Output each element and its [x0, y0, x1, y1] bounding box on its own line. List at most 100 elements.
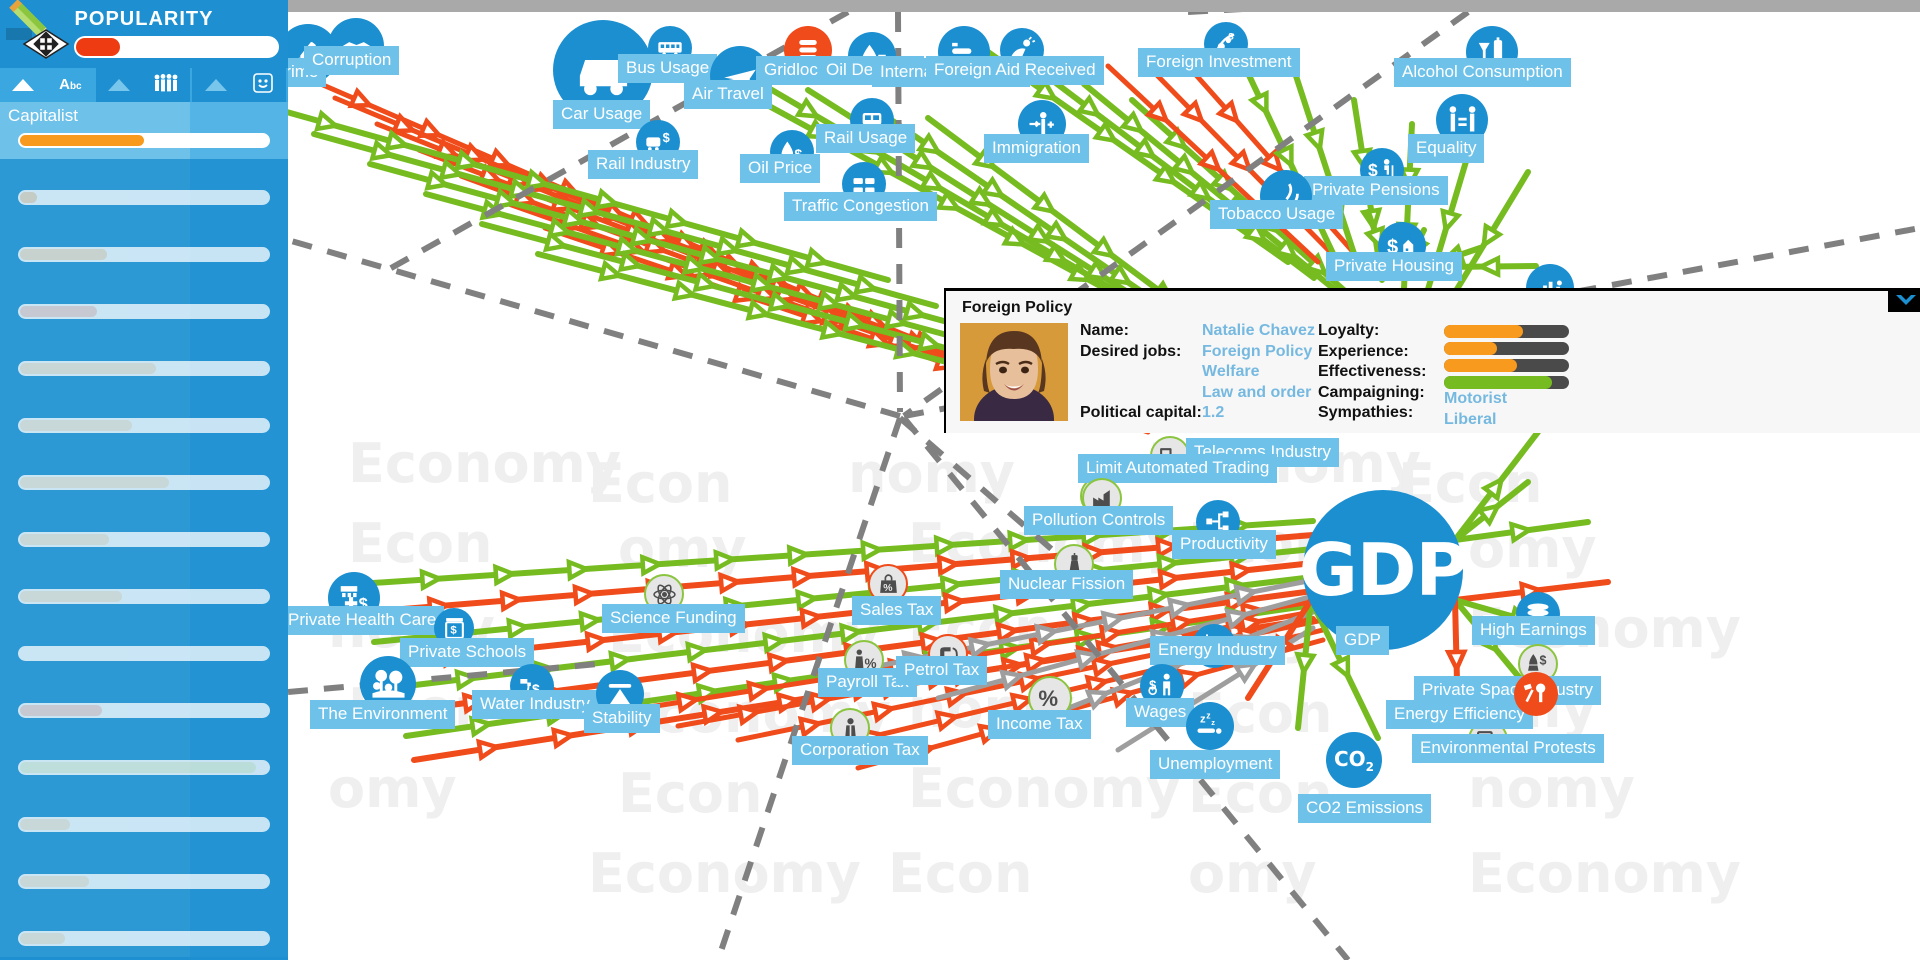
voter-group-bar-fill: [20, 135, 144, 146]
voter-group-row[interactable]: [0, 273, 288, 330]
map-node-label[interactable]: Petrol Tax: [896, 656, 988, 685]
map-node-label[interactable]: CO2 Emissions: [1298, 794, 1432, 823]
voter-group-row[interactable]: [0, 330, 288, 387]
map-node-label[interactable]: Traffic Congestion: [784, 192, 938, 221]
map-node-label[interactable]: Unemployment: [1150, 750, 1281, 779]
map-node-label[interactable]: Alcohol Consumption: [1394, 58, 1571, 87]
map-node-label[interactable]: Equality: [1408, 134, 1485, 163]
map-node-label[interactable]: Private Schools: [400, 638, 535, 667]
voter-group-row[interactable]: [0, 159, 288, 216]
simulation-map[interactable]: EconomyEconnomyEconomyEconEconomyEconomy…: [288, 12, 1920, 960]
game-screen: POPULARITY Abc Capitalist Economy Econ nom…: [0, 0, 1920, 960]
group-icon[interactable]: [153, 73, 179, 97]
svg-text:$: $: [1539, 653, 1546, 667]
map-node-label[interactable]: Corruption: [304, 46, 400, 75]
percent-icon: %: [1036, 684, 1064, 712]
sidebar-tab-sort-name[interactable]: Abc: [0, 68, 96, 102]
protest-icon: [1522, 680, 1550, 708]
alphabet-icon[interactable]: Abc: [59, 76, 82, 94]
map-node-label[interactable]: Energy Industry: [1150, 636, 1286, 665]
map-node-label[interactable]: Wages: [1126, 698, 1195, 727]
map-node-label[interactable]: Rail Usage: [816, 124, 916, 153]
map-node-label[interactable]: Bus Usage: [618, 54, 718, 83]
map-node-label[interactable]: Productivity: [1172, 530, 1276, 559]
map-node-label[interactable]: Nuclear Fission: [1000, 570, 1134, 599]
row-highlight: [0, 900, 190, 957]
map-node-label[interactable]: High Earnings: [1472, 616, 1595, 645]
caret-up-icon[interactable]: [12, 79, 35, 91]
map-node-label[interactable]: Corporation Tax: [792, 736, 928, 765]
voter-group-row[interactable]: [0, 843, 288, 900]
caret-up-icon[interactable]: [205, 79, 227, 91]
map-node-label[interactable]: Water Industry: [472, 690, 598, 719]
atom-icon: [652, 582, 677, 607]
sidebar-tab-sort-mood[interactable]: [192, 68, 288, 102]
map-node-label[interactable]: Rail Industry: [588, 150, 699, 179]
map-node-label[interactable]: Private Health Care: [288, 606, 445, 635]
school-money-icon: $: [442, 616, 467, 641]
map-node-label[interactable]: Oil Price: [740, 154, 821, 183]
map-node-label[interactable]: Pollution Controls: [1024, 506, 1174, 535]
map-node-label[interactable]: Foreign Aid Received: [926, 56, 1104, 85]
map-node-label[interactable]: Private Housing: [1326, 252, 1463, 281]
caret-up-icon[interactable]: [107, 79, 130, 91]
map-node-label[interactable]: Foreign Investment: [1138, 48, 1300, 77]
map-node-label[interactable]: Environmental Protests: [1412, 734, 1604, 763]
popularity-title: POPULARITY: [74, 8, 214, 30]
unemployment-icon: zzz: [1195, 711, 1225, 741]
voter-group-bar: [18, 703, 270, 718]
map-node-label[interactable]: Immigration: [984, 134, 1089, 163]
voter-group-bar-fill: [20, 192, 38, 203]
row-highlight: [0, 273, 190, 330]
voter-group-bar: [18, 646, 270, 661]
voter-group-bar-fill: [20, 591, 122, 602]
voter-group-row[interactable]: [0, 216, 288, 273]
smiley-icon[interactable]: [253, 72, 273, 98]
voter-group-bar-fill: [20, 819, 70, 830]
svg-text:z: z: [1200, 713, 1206, 725]
map-node-label[interactable]: Car Usage: [553, 100, 651, 129]
map-node-label[interactable]: Income Tax: [988, 710, 1091, 739]
map-node-label[interactable]: Science Funding: [602, 604, 745, 633]
voter-group-row[interactable]: [0, 786, 288, 843]
voter-group-row[interactable]: [0, 900, 288, 957]
voter-group-list[interactable]: Capitalist: [0, 102, 288, 960]
voter-group-row[interactable]: [0, 444, 288, 501]
voter-group-row[interactable]: [0, 672, 288, 729]
map-node-label[interactable]: Stability: [584, 704, 660, 733]
collapse-icon[interactable]: [1888, 288, 1920, 312]
popularity-header: POPULARITY: [0, 0, 288, 68]
meter-fill: [1444, 325, 1523, 338]
voter-group-bar: [18, 817, 270, 832]
voter-group-label: Capitalist: [8, 106, 78, 125]
map-node-label[interactable]: The Environment: [310, 700, 456, 729]
voter-group-bar-fill: [20, 306, 97, 317]
map-node-co2-emissions[interactable]: CO2: [1326, 732, 1382, 788]
voter-group-bar: [18, 304, 270, 319]
map-node-label[interactable]: Sales Tax: [852, 596, 942, 625]
voter-group-bar: [18, 760, 270, 775]
row-highlight: [0, 843, 190, 900]
voter-group-row[interactable]: [0, 558, 288, 615]
map-node-unemployment[interactable]: zzz: [1186, 702, 1234, 750]
voter-group-row[interactable]: [0, 501, 288, 558]
voter-group-bar: [18, 931, 270, 946]
voter-group-row[interactable]: [0, 729, 288, 786]
voter-group-bar-fill: [20, 876, 90, 887]
meter-fill: [1444, 359, 1517, 372]
voter-group-row[interactable]: [0, 615, 288, 672]
row-highlight: [0, 672, 190, 729]
experience-meter: [1444, 342, 1569, 355]
minister-info-panel: Foreign Policy Name: Desired jobs: Polit…: [944, 288, 1920, 433]
minister-field-values-right: Motorist Liberal: [1444, 321, 1744, 430]
map-node-label[interactable]: Tobacco Usage: [1210, 200, 1344, 229]
svg-text:%: %: [1038, 686, 1058, 711]
voter-group-bar: [18, 589, 270, 604]
map-node-environmental-protests[interactable]: [1514, 672, 1558, 716]
svg-text:$: $: [1149, 678, 1156, 693]
sidebar-tab-sort-group[interactable]: [96, 68, 192, 102]
map-node-label[interactable]: Energy Efficiency: [1386, 700, 1534, 729]
voter-group-row[interactable]: [0, 387, 288, 444]
voter-group-row[interactable]: Capitalist: [0, 102, 288, 159]
popularity-bar: [74, 36, 279, 58]
